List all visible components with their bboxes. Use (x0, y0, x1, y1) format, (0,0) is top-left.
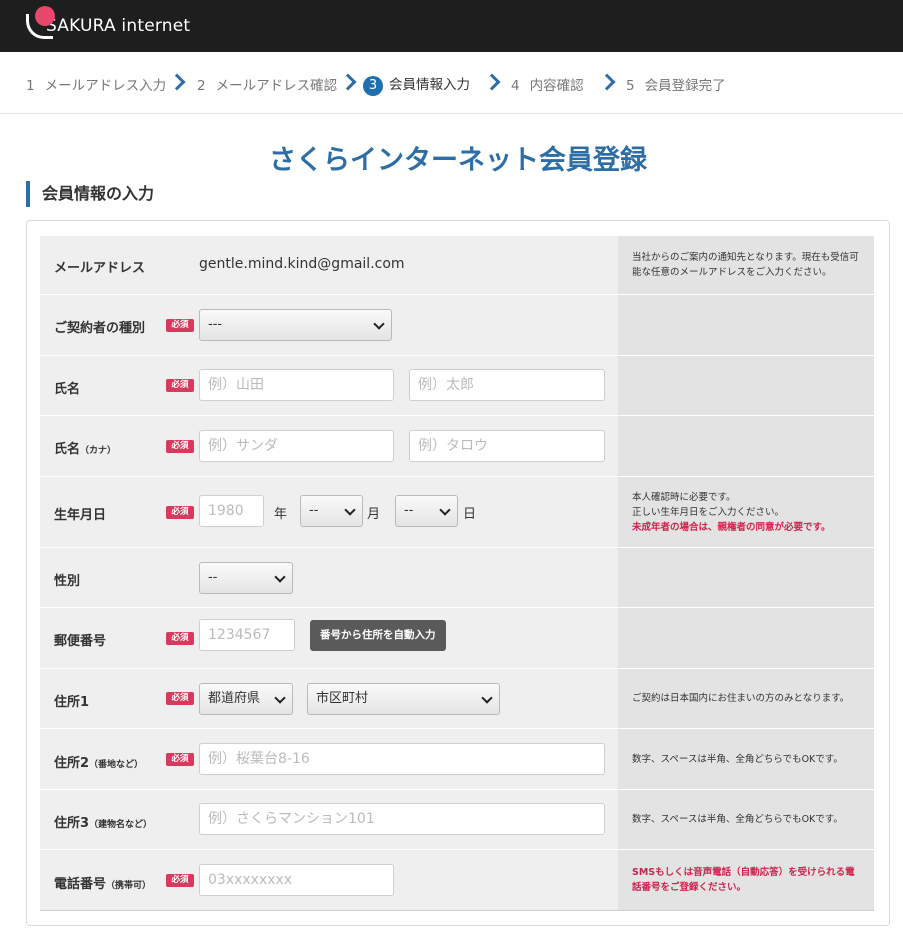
postal-note (618, 608, 874, 668)
step-5: 5 会員登録完了 (626, 78, 726, 94)
address1-note: ご契約は日本国内にお住まいの方のみとなります。 (618, 669, 874, 728)
chevron-right-icon (598, 73, 616, 91)
address1-label: 住所1 (54, 695, 90, 710)
day-unit: 日 (463, 507, 477, 522)
required-badge: 必須 (166, 874, 194, 887)
birthday-label: 生年月日 (54, 508, 107, 523)
chevron-down-icon (439, 504, 451, 516)
gender-label: 性別 (54, 574, 81, 589)
email-row: メールアドレス gentle.mind.kind@gmail.com 当社からの… (40, 236, 874, 295)
name-note (618, 356, 874, 415)
step-3-active: 3 会員情報入力 (363, 73, 470, 96)
address3-input[interactable]: 例）さくらマンション101 (199, 803, 605, 835)
prefecture-select[interactable]: 都道府県 (199, 683, 293, 715)
last-name-input[interactable]: 例）山田 (199, 369, 394, 401)
address-autofill-button[interactable]: 番号から住所を自動入力 (310, 620, 446, 651)
required-badge: 必須 (166, 319, 194, 332)
birth-year-input[interactable]: 1980 (199, 495, 264, 527)
month-unit: 月 (367, 507, 381, 522)
postal-code-input[interactable]: 1234567 (199, 619, 295, 651)
name-kana-label: 氏名（カナ） (54, 442, 117, 457)
required-badge: 必須 (166, 379, 194, 392)
email-note: 当社からのご案内の通知先となります。現在も受信可能な任意のメールアドレスをご入力… (618, 236, 874, 294)
postal-label: 郵便番号 (54, 634, 107, 649)
required-badge: 必須 (166, 506, 194, 519)
registration-steps: 1 メールアドレス入力 2 メールアドレス確認 3 会員情報入力 4 内容確認 5 会員登… (0, 53, 903, 114)
chevron-right-icon (339, 73, 357, 91)
contract-type-label: ご契約者の種別 (54, 321, 146, 336)
name-kana-row: 氏名（カナ） 必須 例）サンダ 例）タロウ (40, 416, 874, 477)
phone-note: SMSもしくは音声電話（自動応答）を受けられる電話番号をご登録ください。 (618, 850, 874, 910)
step-4: 4 内容確認 (511, 78, 584, 94)
brand-name: SAKURA internet (46, 16, 191, 36)
sakura-logo[interactable]: SAKURA internet (26, 6, 191, 39)
address3-row: 住所3（建物名など） 例）さくらマンション101 数字、スペースは半角、全角どち… (40, 790, 874, 850)
chevron-down-icon (274, 571, 286, 583)
gender-select[interactable]: -- (199, 562, 293, 594)
email-label: メールアドレス (54, 261, 146, 276)
birthday-note: 本人確認時に必要です。 正しい生年月日をご入力ください。 未成年者の場合は、親権… (618, 477, 874, 547)
contract-type-note (618, 295, 874, 355)
section-title: 会員情報の入力 (26, 181, 154, 207)
phone-label: 電話番号（携帯可） (54, 877, 152, 892)
address3-label: 住所3（建物名など） (54, 816, 153, 831)
birth-day-select[interactable]: -- (395, 495, 458, 527)
phone-row: 電話番号（携帯可） 必須 03xxxxxxxx SMSもしくは音声電話（自動応答… (40, 850, 874, 911)
address2-note: 数字、スペースは半角、全角どちらでもOKです。 (618, 729, 874, 789)
city-select[interactable]: 市区町村 (307, 683, 500, 715)
first-name-kana-input[interactable]: 例）タロウ (409, 430, 605, 462)
step-2: 2 メールアドレス確認 (197, 78, 338, 94)
name-label: 氏名 (54, 382, 81, 397)
required-badge: 必須 (166, 692, 194, 705)
address1-row: 住所1 必須 都道府県 市区町村 ご契約は日本国内にお住まいの方のみとなります。 (40, 669, 874, 729)
last-name-kana-input[interactable]: 例）サンダ (199, 430, 394, 462)
address2-row: 住所2（番地など） 必須 例）桜葉台8-16 数字、スペースは半角、全角どちらで… (40, 729, 874, 790)
required-badge: 必須 (166, 753, 194, 766)
name-kana-note (618, 416, 874, 476)
contract-type-row: ご契約者の種別 必須 --- (40, 295, 874, 356)
chevron-down-icon (481, 692, 493, 704)
chevron-down-icon (274, 692, 286, 704)
chevron-right-icon (483, 73, 501, 91)
top-header: SAKURA internet (0, 0, 903, 52)
name-row: 氏名 必須 例）山田 例）太郎 (40, 356, 874, 416)
minor-warning: 未成年者の場合は、親権者の同意が必要です。 (632, 521, 831, 533)
required-badge: 必須 (166, 632, 194, 645)
birthday-row: 生年月日 必須 1980 年 -- 月 -- 日 本人確認時に必要です。 正しい… (40, 477, 874, 548)
page-title: さくらインターネット会員登録 (269, 145, 647, 176)
chevron-down-icon (373, 318, 385, 330)
postal-row: 郵便番号 必須 1234567 番号から住所を自動入力 (40, 608, 874, 669)
gender-row: 性別 -- (40, 548, 874, 608)
year-unit: 年 (274, 507, 288, 522)
contract-type-select[interactable]: --- (199, 309, 392, 341)
address2-input[interactable]: 例）桜葉台8-16 (199, 743, 605, 775)
birth-month-select[interactable]: -- (300, 495, 363, 527)
email-value: gentle.mind.kind@gmail.com (199, 256, 405, 272)
gender-note (618, 548, 874, 607)
sakura-logo-icon (26, 6, 56, 39)
address2-label: 住所2（番地など） (54, 756, 144, 771)
address3-note: 数字、スペースは半角、全角どちらでもOKです。 (618, 790, 874, 849)
required-badge: 必須 (166, 440, 194, 453)
first-name-input[interactable]: 例）太郎 (409, 369, 605, 401)
chevron-down-icon (344, 504, 356, 516)
chevron-right-icon (168, 73, 186, 91)
step-1: 1 メールアドレス入力 (26, 78, 167, 94)
phone-input[interactable]: 03xxxxxxxx (199, 864, 394, 896)
